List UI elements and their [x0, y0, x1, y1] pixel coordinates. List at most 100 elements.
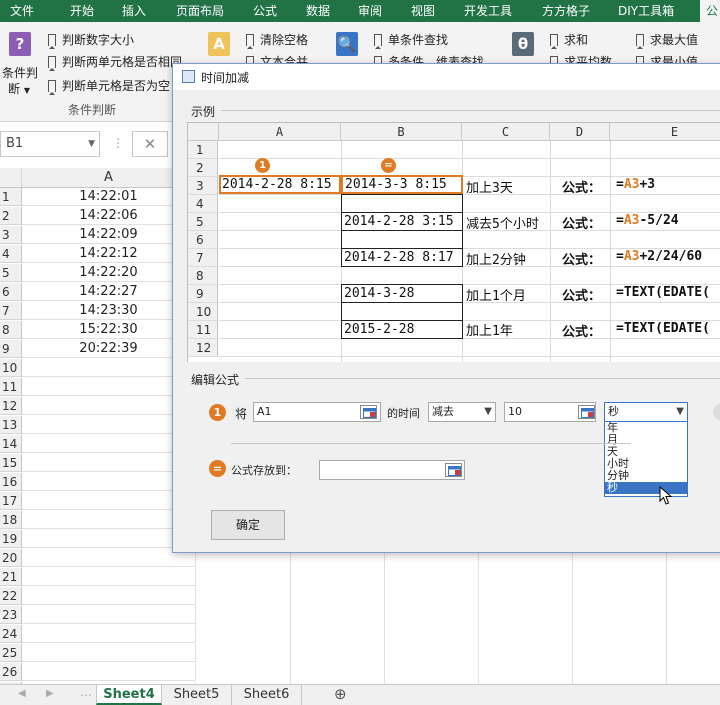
sum-button[interactable]: 求和	[550, 31, 588, 49]
row-header[interactable]: 1	[0, 188, 22, 206]
cell-a[interactable]: 14:23:30	[22, 302, 196, 320]
cell-a[interactable]	[22, 378, 196, 396]
row-header[interactable]: 21	[0, 568, 22, 586]
cell-a[interactable]	[22, 359, 196, 377]
help-circle-icon[interactable]	[713, 404, 720, 420]
row-header[interactable]: 18	[0, 511, 22, 529]
tab-active-partial[interactable]: 公	[700, 0, 720, 22]
question-icon[interactable]: ?	[9, 32, 31, 56]
cell-a[interactable]	[22, 606, 196, 624]
tab-view[interactable]: 视图	[411, 0, 435, 22]
cancel-formula-button[interactable]: ✕	[132, 131, 168, 157]
row-header[interactable]: 9	[0, 340, 22, 358]
row-header[interactable]: 24	[0, 625, 22, 643]
cell-a[interactable]	[22, 511, 196, 529]
cell-a[interactable]	[22, 397, 196, 415]
operation-select[interactable]: 减去 ▼	[428, 402, 496, 422]
cell-a[interactable]	[22, 492, 196, 510]
row-header[interactable]: 13	[0, 416, 22, 434]
cell-a[interactable]	[22, 416, 196, 434]
judge-two-cells-equal[interactable]: 判断两单元格是否相同	[48, 53, 182, 71]
tab-data[interactable]: 数据	[306, 0, 330, 22]
scroll-left-icon[interactable]: ◀	[18, 688, 26, 699]
select-all-corner[interactable]	[0, 168, 22, 188]
row-header[interactable]: 14	[0, 435, 22, 453]
add-sheet-icon[interactable]: ⊕	[334, 685, 347, 703]
cell-a[interactable]	[22, 435, 196, 453]
chevron-down-icon[interactable]: ▼	[676, 403, 684, 421]
chevron-down-icon[interactable]: ▼	[88, 132, 95, 156]
row-header[interactable]: 19	[0, 530, 22, 548]
more-sheets-icon[interactable]: …	[80, 685, 92, 699]
cell-a[interactable]: 14:22:12	[22, 245, 196, 263]
unit-dropdown-list[interactable]: 年 月 天 小时 分钟 秒	[604, 421, 688, 497]
theta-icon[interactable]: θ	[512, 32, 534, 56]
row-header[interactable]: 7	[0, 302, 22, 320]
chevron-down-icon[interactable]: ▼	[484, 403, 492, 421]
sheet-tab-sheet6[interactable]: Sheet6	[232, 685, 302, 705]
tab-diy-toolbox[interactable]: DIY工具箱	[618, 0, 674, 22]
row-header[interactable]: 12	[0, 397, 22, 415]
cell-a[interactable]	[22, 625, 196, 643]
clear-space-button[interactable]: 清除空格	[246, 31, 308, 49]
cond-judge-label-2[interactable]: 断 ▼	[8, 80, 30, 97]
tab-formulas[interactable]: 公式	[253, 0, 277, 22]
row-header[interactable]: 10	[0, 359, 22, 377]
cond-judge-label-1[interactable]: 条件判	[2, 64, 38, 81]
name-box[interactable]: B1 ▼	[0, 131, 100, 157]
cell-a[interactable]: 14:22:27	[22, 283, 196, 301]
range-select-icon[interactable]	[445, 463, 462, 477]
cell-a[interactable]: 14:22:20	[22, 264, 196, 282]
judge-cell-empty[interactable]: 判断单元格是否为空	[48, 77, 170, 95]
row-header[interactable]: 22	[0, 587, 22, 605]
row-header[interactable]: 3	[0, 226, 22, 244]
tab-page-layout[interactable]: 页面布局	[176, 0, 224, 22]
cell-a[interactable]	[22, 473, 196, 491]
dialog-titlebar[interactable]: 时间加减	[173, 64, 720, 90]
single-lookup-button[interactable]: 单条件查找	[374, 31, 448, 49]
row-header[interactable]: 25	[0, 644, 22, 662]
row-header[interactable]: 26	[0, 663, 22, 681]
tab-file[interactable]: 文件	[10, 0, 34, 22]
tab-fangfang[interactable]: 方方格子	[542, 0, 590, 22]
cell-a[interactable]: 14:22:01	[22, 188, 196, 206]
cell-a[interactable]	[22, 549, 196, 567]
cell-a[interactable]: 14:22:09	[22, 226, 196, 244]
store-target-input[interactable]	[319, 460, 465, 480]
max-button[interactable]: 求最大值	[636, 31, 698, 49]
lookup-search-icon[interactable]: 🔍	[336, 32, 358, 56]
cell-a[interactable]: 14:22:06	[22, 207, 196, 225]
row-header[interactable]: 23	[0, 606, 22, 624]
cell-a[interactable]	[22, 644, 196, 662]
row-header[interactable]: 4	[0, 245, 22, 263]
row-header[interactable]: 17	[0, 492, 22, 510]
ok-button[interactable]: 确定	[211, 510, 285, 540]
row-header[interactable]: 2	[0, 207, 22, 225]
tab-insert[interactable]: 插入	[122, 0, 146, 22]
row-header[interactable]: 8	[0, 321, 22, 339]
cell-a[interactable]	[22, 530, 196, 548]
column-header-a[interactable]: A	[22, 168, 196, 188]
cell-a[interactable]	[22, 663, 196, 681]
unit-option-second[interactable]: 秒	[605, 482, 687, 494]
cell-a[interactable]	[22, 587, 196, 605]
cell-a[interactable]: 20:22:39	[22, 340, 196, 358]
row-header[interactable]: 5	[0, 264, 22, 282]
judge-number-size[interactable]: 判断数字大小	[48, 31, 134, 49]
tab-developer[interactable]: 开发工具	[464, 0, 512, 22]
calendar-icon[interactable]	[578, 405, 595, 419]
sheet-tab-sheet4[interactable]: Sheet4	[96, 685, 162, 705]
cell-a[interactable]	[22, 454, 196, 472]
text-a-icon[interactable]: A	[208, 32, 230, 56]
tab-review[interactable]: 审阅	[358, 0, 382, 22]
row-header[interactable]: 6	[0, 283, 22, 301]
unit-select[interactable]: 秒 ▼	[604, 402, 688, 422]
row-header[interactable]: 11	[0, 378, 22, 396]
sheet-tab-sheet5[interactable]: Sheet5	[162, 685, 232, 705]
range-select-icon[interactable]	[360, 405, 377, 419]
cell-a[interactable]	[22, 568, 196, 586]
row-header[interactable]: 20	[0, 549, 22, 567]
cell-a[interactable]: 15:22:30	[22, 321, 196, 339]
scroll-right-icon[interactable]: ▶	[46, 688, 54, 699]
tab-home[interactable]: 开始	[70, 0, 94, 22]
